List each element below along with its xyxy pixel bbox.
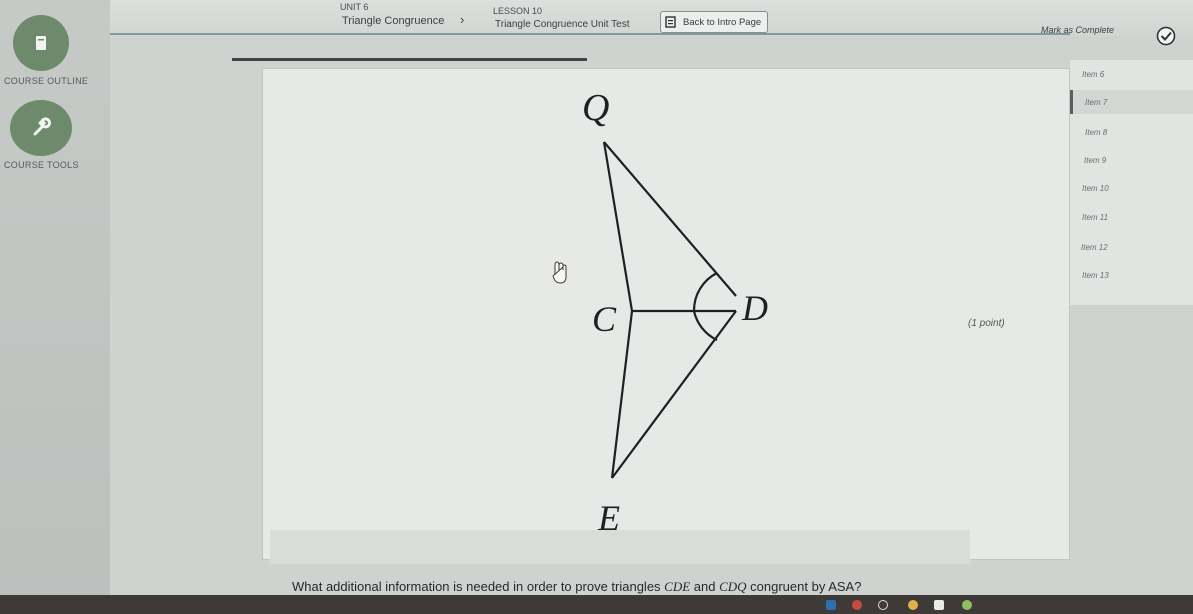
taskbar-app-icon[interactable]: [962, 600, 972, 610]
item-9[interactable]: Item 9: [1070, 148, 1193, 172]
content-divider: [232, 58, 587, 61]
question-prompt: What additional information is needed in…: [292, 579, 861, 595]
vertex-label-d: D: [741, 288, 768, 328]
hand-cursor-icon: [552, 261, 567, 284]
item-label: Item 13: [1082, 270, 1109, 280]
chevron-right-icon: ›: [460, 12, 465, 27]
prompt-text-before: What additional information is needed in…: [292, 579, 665, 594]
header: UNIT 6 Triangle Congruence › LESSON 10 T…: [110, 0, 1193, 46]
left-rail: COURSE OUTLINE COURSE TOOLS: [0, 0, 110, 614]
prompt-text-after: congruent by ASA?: [746, 579, 862, 594]
triangle-cdq: CDQ: [719, 579, 747, 594]
wrench-icon: [33, 117, 51, 136]
back-button-label: Back to Intro Page: [683, 16, 762, 28]
course-tools-label: COURSE TOOLS: [4, 160, 79, 170]
segment-qc: [602, 141, 634, 312]
point-value: (1 point): [968, 318, 1005, 329]
item-label: Item 11: [1082, 212, 1109, 222]
item-8[interactable]: Item 8: [1070, 120, 1193, 144]
taskbar-app-icon[interactable]: [908, 600, 918, 610]
course-tools-button[interactable]: [10, 100, 72, 156]
taskbar: [0, 595, 1193, 614]
item-label: Item 6: [1082, 69, 1105, 79]
segment-de: [611, 310, 737, 479]
taskbar-app-icon[interactable]: [934, 600, 944, 610]
item-label: Item 8: [1085, 127, 1108, 137]
item-list: Item 6 Item 7 Item 8 Item 9 Item 10 Item…: [1070, 60, 1193, 305]
prompt-text-mid: and: [690, 579, 720, 594]
vertex-label-e: E: [597, 498, 620, 538]
angle-arc-cde: [692, 310, 718, 341]
item-10[interactable]: Item 10: [1070, 176, 1193, 200]
item-12[interactable]: Item 12: [1070, 235, 1193, 259]
back-to-intro-button[interactable]: Back to Intro Page: [660, 11, 768, 33]
check-circle-icon[interactable]: [1156, 26, 1176, 46]
taskbar-app-icon[interactable]: [852, 600, 862, 610]
item-label: Item 10: [1082, 183, 1109, 193]
triangle-cde: CDE: [664, 579, 691, 594]
item-13[interactable]: Item 13: [1070, 263, 1193, 287]
taskbar-app-icon[interactable]: [826, 600, 836, 610]
item-label: Item 12: [1081, 242, 1108, 252]
unit-title[interactable]: Triangle Congruence: [342, 15, 444, 27]
course-outline-label: COURSE OUTLINE: [4, 76, 89, 86]
vertex-label-c: C: [592, 299, 617, 339]
document-icon: [665, 16, 676, 28]
unit-label: UNIT 6: [340, 2, 369, 12]
lesson-title: Triangle Congruence Unit Test: [495, 19, 630, 30]
item-7[interactable]: Item 7: [1070, 90, 1193, 114]
item-6[interactable]: Item 6: [1070, 62, 1193, 86]
angle-arc-qdc: [692, 272, 718, 312]
item-label: Item 7: [1085, 97, 1108, 107]
item-label: Item 9: [1084, 155, 1107, 165]
item-11[interactable]: Item 11: [1070, 205, 1193, 229]
book-icon: [36, 36, 46, 50]
taskbar-search-icon[interactable]: [878, 600, 888, 610]
header-divider: [110, 33, 1070, 35]
course-outline-button[interactable]: [13, 15, 69, 71]
triangle-diagram: Q C D E: [552, 87, 768, 538]
vertex-label-q: Q: [582, 87, 609, 129]
lesson-label: LESSON 10: [493, 6, 543, 16]
